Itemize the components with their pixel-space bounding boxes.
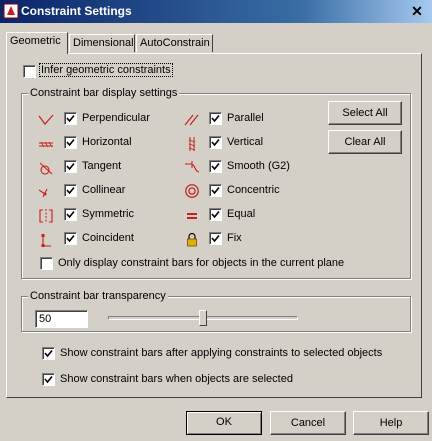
parallel-icon bbox=[184, 114, 199, 126]
app-icon bbox=[3, 3, 19, 19]
parallel-label: Parallel bbox=[227, 112, 264, 124]
cancel-label: Cancel bbox=[290, 417, 326, 429]
coincident-checkbox[interactable] bbox=[64, 232, 77, 245]
select-all-label: Select All bbox=[342, 107, 388, 119]
constraint-settings-dialog: Constraint Settings ✕ Geometric Dimensio… bbox=[0, 0, 432, 441]
ok-button[interactable]: OK bbox=[186, 411, 262, 435]
tab-label: Geometric bbox=[10, 35, 61, 47]
cancel-button[interactable]: Cancel bbox=[270, 411, 346, 435]
concentric-label: Concentric bbox=[227, 184, 280, 196]
equal-checkbox[interactable] bbox=[209, 208, 222, 221]
fix-checkbox[interactable] bbox=[209, 232, 222, 245]
smooth-icon bbox=[185, 161, 200, 173]
fix-label: Fix bbox=[227, 232, 242, 244]
tab-label: Dimensional bbox=[73, 37, 134, 49]
current-plane-label: Only display constraint bars for objects… bbox=[58, 257, 345, 269]
vertical-icon bbox=[188, 137, 196, 151]
current-plane-checkbox[interactable] bbox=[40, 257, 53, 270]
collinear-icon bbox=[38, 188, 48, 198]
smooth-checkbox[interactable] bbox=[209, 160, 222, 173]
horizontal-label: Horizontal bbox=[82, 136, 132, 148]
parallel-checkbox[interactable] bbox=[209, 112, 222, 125]
ok-label: OK bbox=[216, 416, 232, 428]
concentric-checkbox[interactable] bbox=[209, 184, 222, 197]
transparency-slider-thumb[interactable] bbox=[199, 310, 207, 326]
tab-label: AutoConstrain bbox=[140, 37, 210, 49]
horizontal-icon bbox=[39, 141, 53, 148]
vertical-checkbox[interactable] bbox=[209, 136, 222, 149]
vertical-label: Vertical bbox=[227, 136, 264, 148]
symmetric-checkbox[interactable] bbox=[64, 208, 77, 221]
coincident-icon bbox=[41, 234, 51, 247]
symmetric-label: Symmetric bbox=[82, 208, 134, 220]
show-after-applying-checkbox[interactable] bbox=[42, 347, 55, 360]
clear-all-button[interactable]: Clear All bbox=[328, 130, 402, 154]
equal-label: Equal bbox=[227, 208, 256, 220]
tangent-icon bbox=[39, 162, 53, 175]
help-label: Help bbox=[379, 417, 403, 429]
collinear-label: Collinear bbox=[82, 184, 126, 196]
tangent-checkbox[interactable] bbox=[64, 160, 77, 173]
collinear-checkbox[interactable] bbox=[64, 184, 77, 197]
smooth-label: Smooth (G2) bbox=[227, 160, 290, 172]
equal-icon bbox=[187, 213, 197, 219]
lock-icon bbox=[187, 232, 197, 247]
tangent-label: Tangent bbox=[82, 160, 122, 172]
select-all-button[interactable]: Select All bbox=[328, 101, 402, 125]
perpendicular-label: Perpendicular bbox=[82, 112, 150, 124]
help-button[interactable]: Help bbox=[353, 411, 429, 435]
perpendicular-icon bbox=[38, 114, 54, 125]
show-after-applying-label: Show constraint bars after applying cons… bbox=[60, 347, 383, 359]
concentric-icon bbox=[185, 184, 199, 198]
constraint-bar-group-title: Constraint bar display settings bbox=[28, 87, 180, 99]
clear-all-label: Clear All bbox=[344, 136, 386, 148]
transparency-input[interactable]: 50 bbox=[35, 310, 88, 328]
show-when-selected-label: Show constraint bars when objects are se… bbox=[60, 373, 293, 385]
symmetric-icon bbox=[39, 209, 53, 223]
transparency-group-title: Constraint bar transparency bbox=[28, 290, 168, 302]
infer-label[interactable]: Infer geometric constraints bbox=[39, 63, 173, 77]
title-bar[interactable]: Constraint Settings ✕ bbox=[0, 0, 432, 23]
tab-dimensional[interactable]: Dimensional bbox=[69, 34, 135, 52]
window-title: Constraint Settings bbox=[21, 4, 132, 18]
coincident-label: Coincident bbox=[82, 232, 134, 244]
horizontal-checkbox[interactable] bbox=[64, 136, 77, 149]
show-when-selected-checkbox[interactable] bbox=[42, 373, 55, 386]
tab-autoconstrain[interactable]: AutoConstrain bbox=[136, 34, 213, 52]
close-icon: ✕ bbox=[411, 3, 423, 19]
tab-geometric[interactable]: Geometric bbox=[6, 32, 68, 54]
close-button[interactable]: ✕ bbox=[402, 0, 432, 23]
infer-checkbox[interactable] bbox=[23, 65, 36, 78]
perpendicular-checkbox[interactable] bbox=[64, 112, 77, 125]
